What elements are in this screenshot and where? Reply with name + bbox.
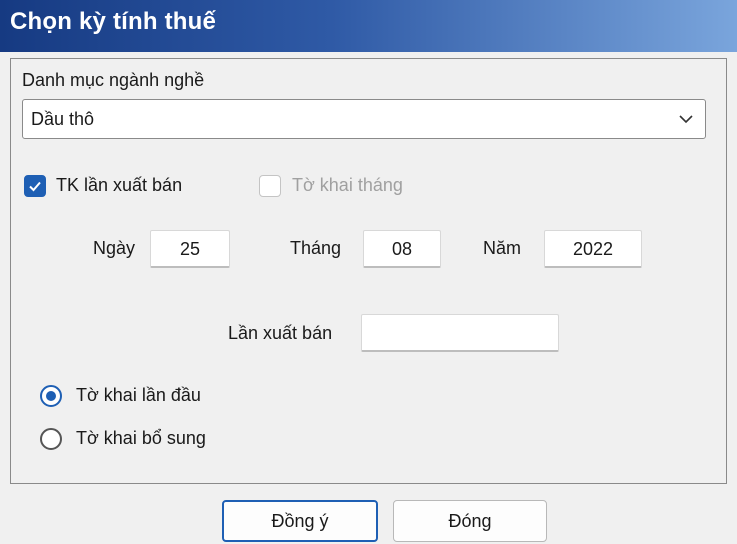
- to-khai-thang-checkbox[interactable]: [259, 175, 281, 197]
- title-bar[interactable]: Chọn kỳ tính thuế: [0, 0, 737, 52]
- tk-lan-xuat-ban-label[interactable]: TK lần xuất bán: [56, 175, 182, 196]
- day-field[interactable]: 25: [150, 230, 230, 268]
- year-label: Năm: [483, 238, 522, 258]
- month-label: Tháng: [290, 238, 342, 258]
- year-value: 2022: [572, 239, 614, 259]
- first-declaration-radio[interactable]: [40, 385, 62, 407]
- month-value: 08: [391, 239, 413, 259]
- checkmark-icon: [29, 181, 41, 192]
- sale-count-field[interactable]: [361, 314, 559, 352]
- ok-button[interactable]: Đồng ý: [222, 500, 378, 542]
- sale-count-label: Lần xuất bán: [228, 323, 333, 343]
- category-label: Danh mục ngành nghề: [22, 70, 205, 90]
- window-title: Chọn kỳ tính thuế: [10, 8, 217, 35]
- year-field[interactable]: 2022: [544, 230, 642, 268]
- day-label: Ngày: [93, 238, 136, 258]
- close-button[interactable]: Đóng: [393, 500, 547, 542]
- category-dropdown[interactable]: Dầu thô: [22, 99, 706, 139]
- to-khai-thang-label: Tờ khai tháng: [292, 175, 403, 195]
- supplement-declaration-label[interactable]: Tờ khai bổ sung: [76, 428, 206, 449]
- day-value: 25: [179, 239, 201, 259]
- month-field[interactable]: 08: [363, 230, 441, 268]
- category-selected-value: Dầu thô: [31, 109, 95, 129]
- tk-lan-xuat-ban-checkbox[interactable]: [24, 175, 46, 197]
- supplement-declaration-radio[interactable]: [40, 428, 62, 450]
- first-declaration-label[interactable]: Tờ khai lần đầu: [76, 385, 201, 406]
- chevron-down-icon: [679, 115, 693, 124]
